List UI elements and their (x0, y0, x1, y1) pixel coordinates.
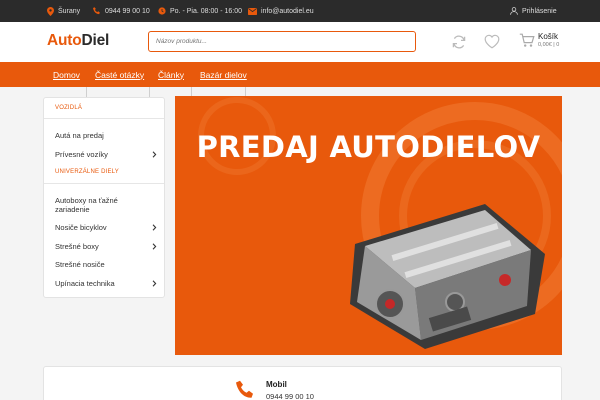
sidebar-item-trailers[interactable]: Prívesné vozíky (55, 150, 145, 159)
location-pin-icon (47, 6, 54, 16)
phone-text: 0944 99 00 10 (105, 7, 150, 15)
nav-item-faq[interactable]: Časté otázky (95, 62, 144, 87)
chevron-right-icon[interactable] (152, 224, 157, 231)
user-icon (510, 7, 518, 15)
chevron-right-icon[interactable] (152, 151, 157, 158)
contact-mobile-label: Mobil (266, 380, 287, 389)
sidebar-item-tow-boxes[interactable]: Autoboxy na ťažné zariadenie (55, 196, 145, 214)
search-input[interactable] (148, 31, 416, 52)
login-text: Prihlásenie (522, 7, 557, 15)
hero-banner[interactable]: PREDAJ AUTODIELOV (175, 96, 562, 355)
sidebar-item-bike-carriers[interactable]: Nosiče bicyklov (55, 223, 145, 232)
sidebar-item-roof-boxes[interactable]: Strešné boxy (55, 242, 145, 251)
cart-summary: 0,00€ | 0 (538, 42, 560, 48)
contact-mobile-number[interactable]: 0944 99 00 10 (266, 392, 314, 400)
divider (44, 183, 164, 184)
top-bar: Šurany 0944 99 00 10 Po. - Pia. 08:00 - … (0, 0, 600, 22)
nav-divider (149, 87, 150, 97)
login-link[interactable]: Prihlásenie (510, 0, 557, 22)
chevron-right-icon[interactable] (152, 280, 157, 287)
sidebar-item-cars-for-sale[interactable]: Autá na predaj (55, 131, 145, 140)
cart-label[interactable]: Košík (538, 32, 558, 41)
envelope-icon (248, 7, 257, 15)
sidebar-item-roof-racks[interactable]: Strešné nosiče (55, 260, 145, 269)
email-item[interactable]: info@autodiel.eu (248, 0, 314, 22)
hours-item: Po. - Pia. 08:00 - 16:00 (158, 0, 242, 22)
phone-icon (93, 7, 100, 15)
logo-auto: Auto (47, 32, 82, 49)
email-text: info@autodiel.eu (261, 7, 314, 15)
cart-icon[interactable] (519, 33, 535, 48)
compare-icon[interactable] (451, 34, 467, 50)
sidebar-item-tie-downs[interactable]: Upínacia technika (55, 279, 145, 288)
phone-icon (236, 380, 253, 398)
location-text: Šurany (58, 7, 81, 15)
site-header: AutoDiel Košík 0,00€ | 0 (0, 22, 600, 62)
chevron-right-icon[interactable] (152, 243, 157, 250)
location-item: Šurany (47, 0, 80, 22)
category-heading-vehicles: VOZIDLÁ (55, 105, 83, 111)
category-heading-universal-parts: UNIVERZÁLNE DIELY (55, 169, 119, 175)
nav-item-home[interactable]: Domov (53, 62, 80, 87)
nav-item-bazaar[interactable]: Bazár dielov (200, 62, 247, 87)
banner-title: PREDAJ AUTODIELOV (196, 130, 541, 164)
site-logo[interactable]: AutoDiel (47, 32, 109, 50)
engine-image (350, 204, 545, 349)
divider (44, 118, 164, 119)
clock-icon (158, 7, 166, 15)
category-sidebar: VOZIDLÁ Autá na predaj Prívesné vozíky U… (43, 97, 165, 298)
logo-diel: Diel (81, 32, 110, 49)
phone-item[interactable]: 0944 99 00 10 (93, 0, 150, 22)
nav-divider (86, 87, 87, 97)
hours-text: Po. - Pia. 08:00 - 16:00 (170, 7, 242, 15)
heart-icon[interactable] (484, 34, 500, 49)
nav-item-articles[interactable]: Články (158, 62, 184, 87)
main-nav: Domov Časté otázky Články Bazár dielov (0, 62, 600, 97)
